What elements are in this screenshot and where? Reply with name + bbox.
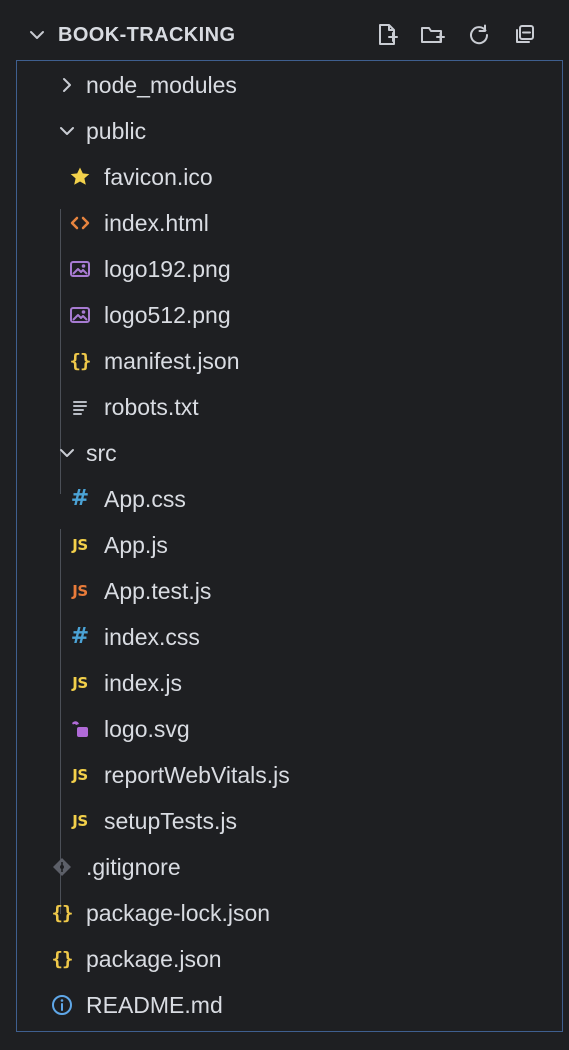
- tree-item-label: .gitignore: [86, 853, 181, 880]
- tree-item-label: setupTests.js: [104, 807, 237, 834]
- tree-item-setup-tests[interactable]: JS setupTests.js: [18, 798, 561, 844]
- explorer-actions: [373, 21, 561, 49]
- css-icon: #: [70, 486, 90, 511]
- tree-item-label: logo192.png: [104, 255, 231, 282]
- chevron-down-icon[interactable]: [58, 122, 76, 140]
- text-file-icon: [68, 395, 92, 419]
- refresh-icon[interactable]: [465, 21, 493, 49]
- chevron-down-icon[interactable]: [28, 26, 46, 44]
- tree-item-label: logo.svg: [104, 715, 190, 742]
- tree-item-manifest[interactable]: {} manifest.json: [18, 338, 561, 384]
- svg-icon: [68, 717, 92, 741]
- image-icon: [68, 257, 92, 281]
- tree-item-label: package-lock.json: [86, 899, 271, 926]
- tree-item-package-lock[interactable]: {} package-lock.json: [18, 890, 561, 936]
- tree-item-label: index.html: [104, 209, 209, 236]
- css-icon: #: [70, 624, 90, 649]
- tree-item-logo512[interactable]: logo512.png: [18, 292, 561, 338]
- json-icon: {}: [51, 901, 74, 924]
- tree-item-gitignore[interactable]: .gitignore: [18, 844, 561, 890]
- file-tree: node_modules public favicon.ico index.ht…: [18, 59, 563, 1029]
- chevron-right-icon[interactable]: [58, 76, 76, 94]
- tree-item-label: logo512.png: [104, 301, 231, 328]
- tree-item-label: node_modules: [86, 71, 237, 98]
- explorer-header[interactable]: BOOK-TRACKING: [8, 10, 561, 60]
- chevron-down-icon[interactable]: [58, 444, 76, 462]
- tree-item-label: package.json: [86, 945, 222, 972]
- tree-item-app-css[interactable]: # App.css: [18, 476, 561, 522]
- tree-item-label: index.js: [104, 669, 182, 696]
- tree-item-label: README.md: [86, 991, 223, 1018]
- js-icon: JS: [72, 765, 88, 784]
- json-icon: {}: [51, 947, 74, 970]
- tree-item-label: App.test.js: [104, 577, 212, 604]
- tree-item-logo192[interactable]: logo192.png: [18, 246, 561, 292]
- tree-item-package-json[interactable]: {} package.json: [18, 936, 561, 982]
- tree-item-label: index.css: [104, 623, 200, 650]
- tree-item-index-css[interactable]: # index.css: [18, 614, 561, 660]
- tree-item-node-modules[interactable]: node_modules: [18, 62, 561, 108]
- tree-item-label: manifest.json: [104, 347, 240, 374]
- tree-item-index-html[interactable]: index.html: [18, 200, 561, 246]
- tree-item-readme[interactable]: README.md: [18, 982, 561, 1028]
- tree-item-src[interactable]: src: [18, 430, 561, 476]
- tree-item-report-web-vitals[interactable]: JS reportWebVitals.js: [18, 752, 561, 798]
- star-icon: [68, 165, 92, 189]
- tree-item-label: reportWebVitals.js: [104, 761, 290, 788]
- tree-item-label: App.css: [104, 485, 186, 512]
- tree-item-label: App.js: [104, 531, 168, 558]
- tree-item-robots[interactable]: robots.txt: [18, 384, 561, 430]
- tree-item-public[interactable]: public: [18, 108, 561, 154]
- new-file-icon[interactable]: [373, 21, 401, 49]
- info-icon: [50, 993, 74, 1017]
- tree-item-label: favicon.ico: [104, 163, 213, 190]
- tree-item-app-test-js[interactable]: JS App.test.js: [18, 568, 561, 614]
- js-test-icon: JS: [72, 581, 88, 600]
- tree-item-app-js[interactable]: JS App.js: [18, 522, 561, 568]
- tree-item-logo-svg[interactable]: logo.svg: [18, 706, 561, 752]
- js-icon: JS: [72, 811, 88, 830]
- html-icon: [68, 211, 92, 235]
- tree-item-index-js[interactable]: JS index.js: [18, 660, 561, 706]
- new-folder-icon[interactable]: [419, 21, 447, 49]
- json-icon: {}: [69, 349, 92, 372]
- tree-item-label: src: [86, 439, 117, 466]
- collapse-all-icon[interactable]: [511, 21, 539, 49]
- file-explorer-panel: BOOK-TRACKING node_modules public favico…: [0, 0, 569, 1050]
- git-icon: [50, 855, 74, 879]
- tree-item-favicon[interactable]: favicon.ico: [18, 154, 561, 200]
- image-icon: [68, 303, 92, 327]
- tree-item-label: public: [86, 117, 147, 144]
- tree-item-label: robots.txt: [104, 393, 199, 420]
- explorer-title[interactable]: BOOK-TRACKING: [58, 24, 235, 47]
- js-icon: JS: [72, 673, 88, 692]
- js-icon: JS: [72, 535, 88, 554]
